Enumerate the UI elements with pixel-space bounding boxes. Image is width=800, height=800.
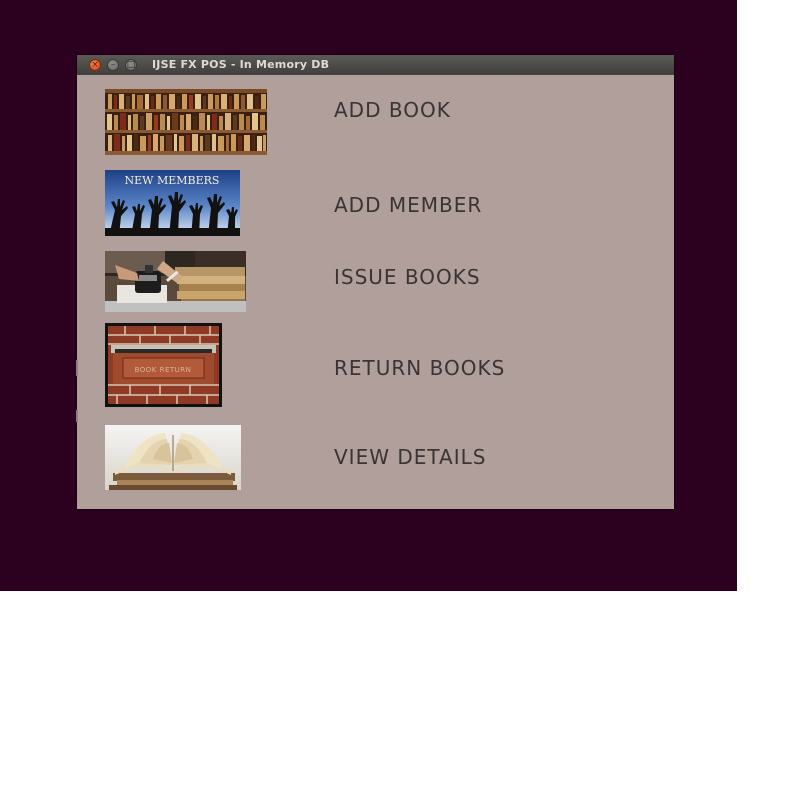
stamp-books-image[interactable] [105, 251, 246, 312]
close-button[interactable]: × [89, 59, 101, 71]
window-edge-mark [76, 410, 78, 422]
close-icon: × [91, 60, 99, 70]
bookshelf-image[interactable] [105, 89, 267, 155]
minimize-icon: – [110, 60, 116, 70]
desktop-background: × – □ IJSE FX POS - In Memory DB ADD BOO… [0, 0, 737, 591]
title-bar[interactable]: × – □ IJSE FX POS - In Memory DB [77, 55, 674, 75]
app-window: × – □ IJSE FX POS - In Memory DB ADD BOO… [76, 55, 674, 509]
add-book-button[interactable]: ADD BOOK [334, 98, 451, 122]
maximize-icon: □ [126, 60, 136, 70]
view-details-button[interactable]: VIEW DETAILS [334, 445, 486, 469]
open-book-image[interactable] [105, 425, 241, 490]
add-member-button[interactable]: ADD MEMBER [334, 193, 482, 217]
book-return-slot-image[interactable]: BOOK RETURN [105, 323, 222, 407]
return-books-button[interactable]: RETURN BOOKS [334, 356, 505, 380]
new-members-image-text: NEW MEMBERS [125, 174, 220, 187]
window-edge-mark [76, 360, 78, 376]
book-return-image-text: BOOK RETURN [135, 366, 192, 374]
minimize-button[interactable]: – [107, 59, 119, 71]
window-title: IJSE FX POS - In Memory DB [152, 58, 330, 71]
issue-books-button[interactable]: ISSUE BOOKS [334, 265, 481, 289]
new-members-image[interactable]: NEW MEMBERS [105, 170, 240, 236]
maximize-button[interactable]: □ [125, 59, 137, 71]
